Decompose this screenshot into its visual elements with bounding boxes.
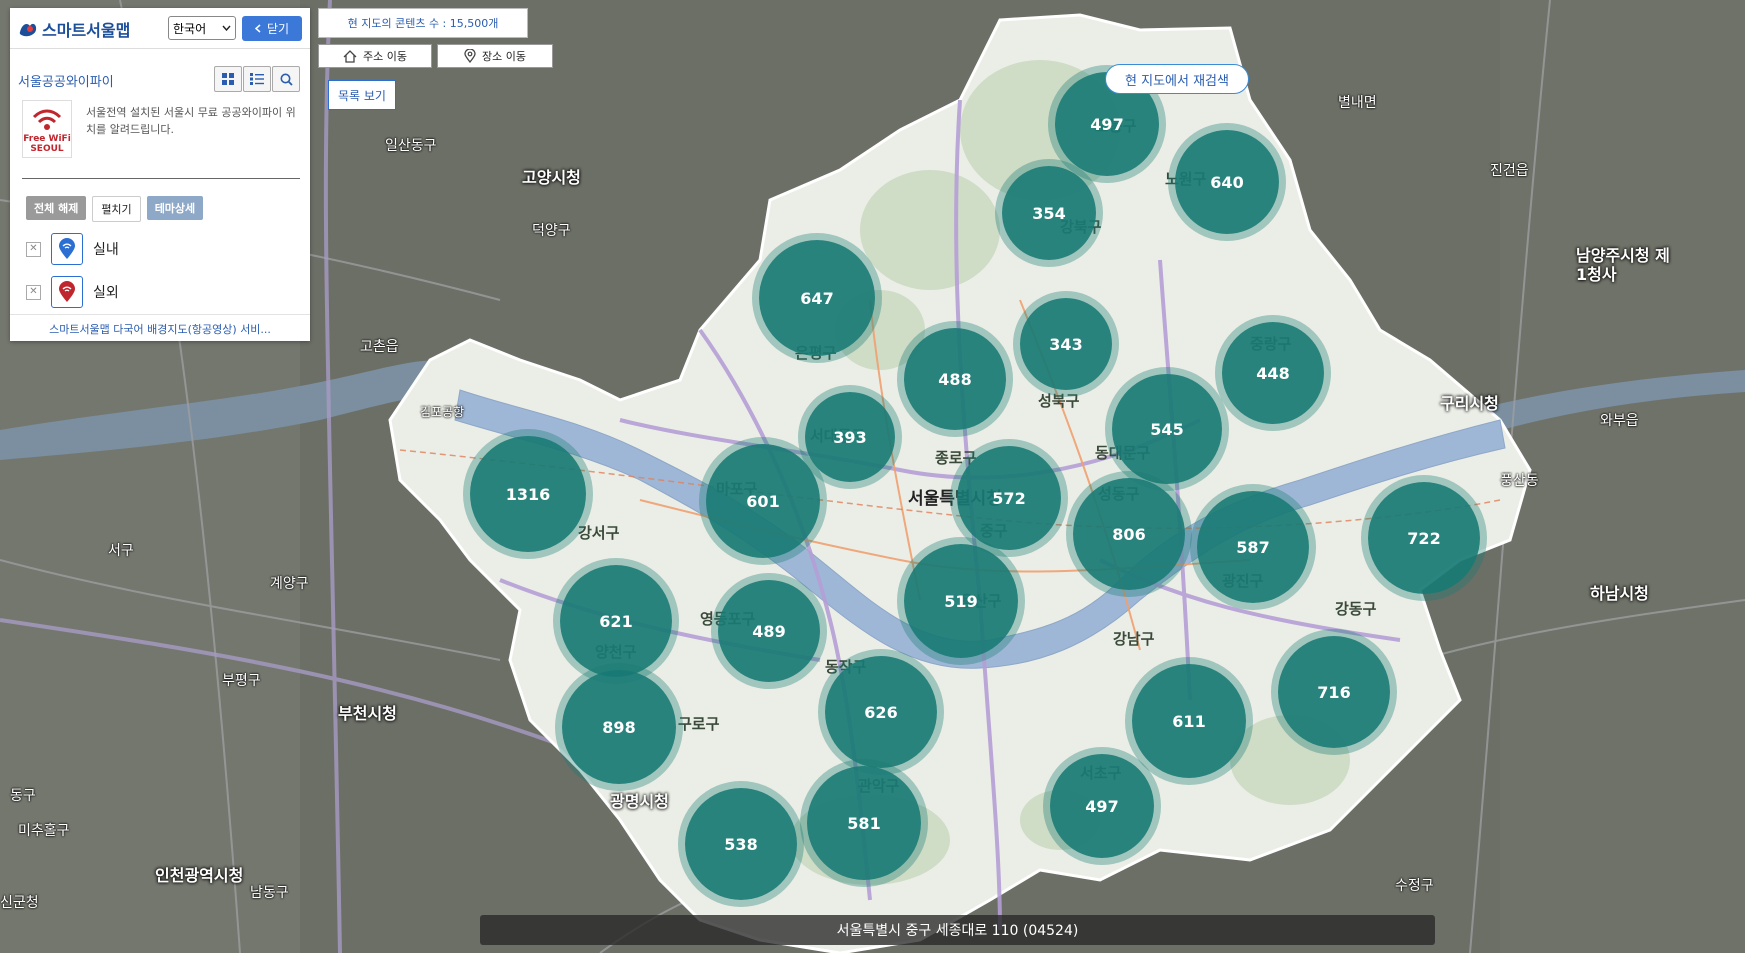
filter-label-indoor: 실내 xyxy=(93,242,119,258)
location-pin-icon xyxy=(464,49,476,63)
cluster-marker[interactable]: 626 xyxy=(825,656,937,768)
cluster-marker[interactable]: 601 xyxy=(706,444,820,558)
cluster-marker[interactable]: 1316 xyxy=(470,436,586,552)
place-move-label: 장소 이동 xyxy=(482,50,526,63)
theme-panel: 스마트서울맵 한국어 닫기 서울공공와이파이 Free WiFi SEOUL 서… xyxy=(10,8,310,341)
theme-detail-button[interactable]: 테마상세 xyxy=(146,196,204,220)
outdoor-wifi-pin-icon xyxy=(51,276,83,308)
cluster-marker[interactable]: 538 xyxy=(685,788,797,900)
badge-text-seoul: SEOUL xyxy=(30,144,64,154)
language-select[interactable]: 한국어 xyxy=(168,16,236,40)
app-title: 스마트서울맵 xyxy=(42,21,131,40)
cluster-marker[interactable]: 519 xyxy=(904,544,1018,658)
cluster-marker[interactable]: 581 xyxy=(807,766,921,880)
cluster-marker[interactable]: 587 xyxy=(1197,491,1309,603)
chevron-left-icon xyxy=(254,24,261,33)
cluster-marker[interactable]: 489 xyxy=(718,580,820,682)
cluster-marker[interactable]: 898 xyxy=(562,670,676,784)
panel-divider xyxy=(22,178,300,179)
wifi-icon xyxy=(32,109,62,130)
indoor-wifi-pin-icon xyxy=(51,233,83,265)
language-select-value: 한국어 xyxy=(173,21,207,36)
seoul-logo-icon xyxy=(19,23,37,37)
list-view-button[interactable]: 목록 보기 xyxy=(328,80,396,110)
list-icon xyxy=(250,73,264,85)
cluster-marker[interactable]: 647 xyxy=(759,240,875,356)
theme-title: 서울공공와이파이 xyxy=(18,75,114,90)
close-label: 닫기 xyxy=(266,22,290,36)
cluster-marker[interactable]: 621 xyxy=(560,565,672,677)
cluster-marker[interactable]: 545 xyxy=(1112,374,1222,484)
grid-icon xyxy=(222,73,234,85)
filter-item-indoor[interactable]: ✕ 실내 xyxy=(26,233,119,265)
home-icon xyxy=(343,49,357,63)
place-move-button[interactable]: 장소 이동 xyxy=(437,44,553,68)
filter-remove-checkbox[interactable]: ✕ xyxy=(26,241,41,257)
cluster-marker[interactable]: 354 xyxy=(1002,166,1096,260)
theme-description-text: 서울전역 설치된 서울시 무료 공공와이파이 위치를 알려드립니다. xyxy=(86,106,296,136)
cluster-marker[interactable]: 572 xyxy=(957,446,1061,550)
chevron-down-icon xyxy=(222,25,231,31)
panel-button-row: 전체 해제 펼치기 테마상세 xyxy=(26,196,204,222)
filter-remove-checkbox[interactable]: ✕ xyxy=(26,284,41,300)
app-logo[interactable]: 스마트서울맵 xyxy=(18,17,130,41)
cluster-marker[interactable]: 448 xyxy=(1222,322,1324,424)
cluster-marker[interactable]: 716 xyxy=(1278,636,1390,748)
cluster-marker[interactable]: 611 xyxy=(1132,664,1246,778)
list-view-toggle-button[interactable] xyxy=(243,66,271,92)
clear-all-button[interactable]: 전체 해제 xyxy=(26,196,87,220)
panel-close-button[interactable]: 닫기 xyxy=(242,16,302,41)
current-address-bar: 서울특별시 중구 세종대로 110 (04524) xyxy=(480,915,1435,945)
cluster-marker[interactable]: 722 xyxy=(1368,482,1480,594)
cluster-marker[interactable]: 806 xyxy=(1073,478,1185,590)
cluster-marker[interactable]: 488 xyxy=(904,328,1006,430)
expand-button[interactable]: 펼치기 xyxy=(92,196,141,222)
grid-view-button[interactable] xyxy=(214,66,242,92)
search-icon xyxy=(280,73,293,86)
cluster-marker[interactable]: 343 xyxy=(1020,298,1112,390)
free-wifi-badge: Free WiFi SEOUL xyxy=(22,100,72,158)
search-button[interactable] xyxy=(272,66,300,92)
address-move-label: 주소 이동 xyxy=(363,50,407,63)
address-move-button[interactable]: 주소 이동 xyxy=(318,44,432,68)
badge-text-free-wifi: Free WiFi xyxy=(23,134,71,144)
filter-item-outdoor[interactable]: ✕ 실외 xyxy=(26,276,119,308)
cluster-marker[interactable]: 393 xyxy=(805,392,895,482)
research-map-button[interactable]: 현 지도에서 재검색 xyxy=(1105,64,1249,94)
cluster-marker[interactable]: 497 xyxy=(1050,754,1154,858)
panel-header: 스마트서울맵 한국어 닫기 xyxy=(10,8,310,49)
filter-label-outdoor: 실외 xyxy=(93,285,119,301)
content-count-label: 현 지도의 콘텐츠 수 : 15,500개 xyxy=(318,8,528,38)
theme-header: 서울공공와이파이 xyxy=(10,60,310,96)
multilingual-map-link[interactable]: 스마트서울맵 다국어 배경지도(항공영상) 서비... xyxy=(10,314,310,342)
cluster-marker[interactable]: 640 xyxy=(1175,130,1279,234)
